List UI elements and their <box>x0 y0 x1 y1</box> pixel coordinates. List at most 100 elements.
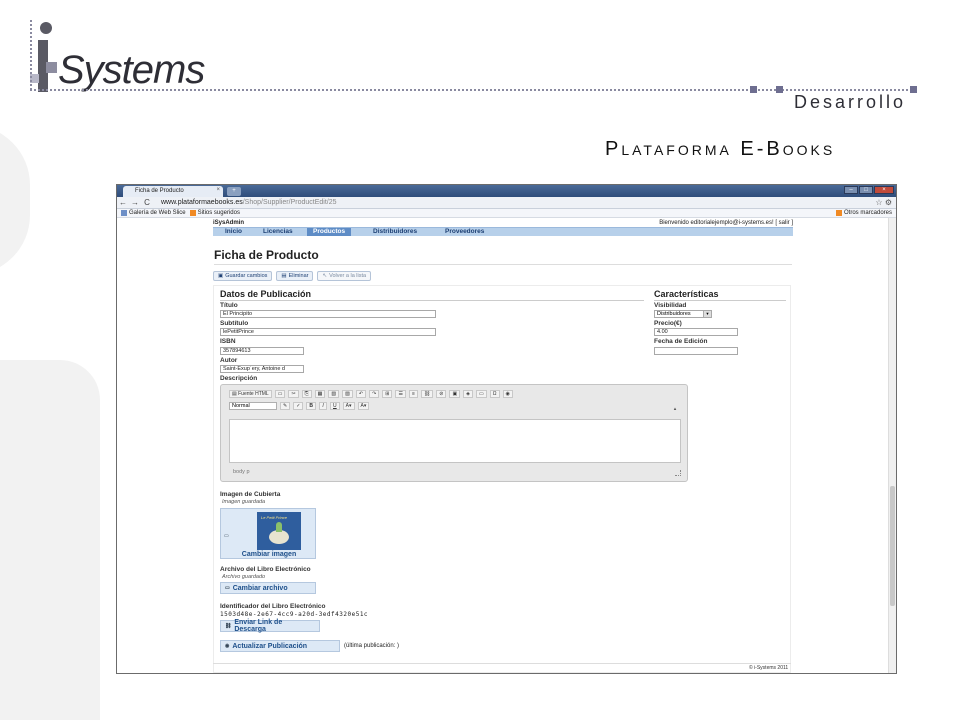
divider <box>213 663 791 664</box>
italic-button[interactable]: I <box>319 402 328 410</box>
hr-icon[interactable]: ▭ <box>476 390 487 398</box>
change-file-button[interactable]: ▭ Cambiar archivo <box>220 582 316 594</box>
isystems-logo: Systems <box>30 18 205 93</box>
paste-word-icon[interactable]: ▨ <box>342 390 353 398</box>
last-publication-note: (última publicación: ) <box>344 643 400 649</box>
tagline: Desarrollo <box>794 92 907 112</box>
author-label: Autor <box>220 357 238 364</box>
browser-tab[interactable]: Ficha de Producto × <box>123 186 223 197</box>
main-nav: Inicio Licencias Productos Distribuidore… <box>213 227 793 236</box>
minimize-button[interactable]: – <box>844 186 858 194</box>
back-arrow-icon[interactable]: ← <box>117 198 129 207</box>
editor-textarea[interactable] <box>229 419 681 463</box>
format-select[interactable]: Normal <box>229 402 277 410</box>
redo-icon[interactable]: ↷ <box>369 390 380 398</box>
back-icon: ↖ <box>322 273 328 279</box>
copy-icon[interactable]: ⎘ <box>301 390 312 398</box>
ebook-id-label: Identificador del Libro Electrónico <box>220 603 326 610</box>
rich-text-editor: ▤ Fuente HTML ▭ ✂ ⎘ ▦ ▧ ▨ ↶ ↷ ⊞ ☰ ≡ ⛓ ⊘ <box>220 384 688 482</box>
visibility-select[interactable]: Distribuidores ▼ <box>654 310 712 318</box>
address-bar[interactable]: www.plataformaebooks.es/Shop/Supplier/Pr… <box>161 199 337 206</box>
slide: Systems Desarrollo Plataforma E-Books Fi… <box>0 0 960 720</box>
url-host: www.plataformaebooks.es <box>161 199 243 206</box>
update-publication-button[interactable]: ◉ Actualizar Publicación <box>220 640 340 652</box>
background-color-icon[interactable]: A▾ <box>357 402 370 410</box>
new-tab-button[interactable]: + <box>227 187 241 196</box>
bookmark-web-slice[interactable]: Galería de Web Slice <box>121 210 186 216</box>
nav-productos[interactable]: Productos <box>307 228 352 236</box>
numbered-list-icon[interactable]: ☰ <box>395 390 406 398</box>
publish-icon: ◉ <box>225 643 230 649</box>
text-color-icon[interactable]: A▾ <box>342 402 355 410</box>
bold-button[interactable]: B <box>306 402 317 410</box>
save-icon: ▣ <box>218 273 224 279</box>
web-slice-icon <box>121 210 127 216</box>
spellcheck-icon[interactable]: ✓ <box>293 402 304 410</box>
star-icon[interactable]: ☆ ⚙ <box>875 198 892 207</box>
paste-icon[interactable]: ▦ <box>314 390 326 398</box>
underline-button[interactable]: U <box>330 402 340 410</box>
publication-heading: Datos de Publicación <box>220 289 312 299</box>
logo-text: Systems <box>58 48 205 92</box>
trash-icon: ▤ <box>281 273 287 279</box>
bullet-list-icon[interactable]: ≡ <box>408 390 418 398</box>
background-i-stem <box>0 360 100 720</box>
nav-proveedores[interactable]: Proveedores <box>445 228 484 236</box>
divider <box>654 300 786 301</box>
deco-square <box>750 86 757 93</box>
unlink-icon[interactable]: ⊘ <box>436 390 447 398</box>
save-button[interactable]: ▣ Guardar cambios <box>213 271 273 281</box>
cut-icon[interactable]: ✂ <box>288 390 299 398</box>
page-viewport: iSysAdmin Bienvenido editorialejemplo@i-… <box>117 218 890 673</box>
title-input[interactable]: El Principito <box>220 310 436 318</box>
change-image-button[interactable]: ▭ Le Petit Prince Cambiar imagen <box>220 508 316 559</box>
isbn-input[interactable]: 357894613 <box>220 347 304 355</box>
nav-inicio[interactable]: Inicio <box>225 228 242 236</box>
other-bookmarks[interactable]: Otros marcadores <box>835 210 892 216</box>
reload-icon[interactable]: C <box>141 198 153 207</box>
about-icon[interactable]: ◉ <box>502 390 513 398</box>
image-icon[interactable]: ▣ <box>449 390 461 398</box>
vertical-scrollbar[interactable] <box>888 218 896 673</box>
subtitle-input[interactable]: lePetitPrince <box>220 328 436 336</box>
resize-handle-icon[interactable] <box>675 470 681 476</box>
action-bar: ▣ Guardar cambios ▤ Eliminar ↖ Volver a la … <box>213 271 372 281</box>
paste-text-icon[interactable]: ▧ <box>328 390 340 398</box>
browser-window: Ficha de Producto × + – □ × ← → C www.pl… <box>116 184 897 674</box>
edition-date-label: Fecha de Edición <box>654 338 708 345</box>
price-input[interactable]: 4.00 <box>654 328 738 336</box>
new-page-icon[interactable]: ▭ <box>274 390 286 398</box>
send-download-link-button[interactable]: ⛓ Enviar Link de Descarga <box>220 619 320 633</box>
delete-button[interactable]: ▤ Eliminar <box>276 271 314 281</box>
collapse-toolbar-icon[interactable]: ▴ <box>671 406 679 412</box>
close-window-button[interactable]: × <box>874 186 894 194</box>
undo-icon[interactable]: ↶ <box>355 390 367 398</box>
close-tab-icon[interactable]: × <box>216 187 220 193</box>
maximize-button[interactable]: □ <box>859 186 873 194</box>
picture-icon: ▭ <box>224 533 229 539</box>
cover-status: Imagen guardada <box>222 499 266 505</box>
special-char-icon[interactable]: Ω <box>489 390 500 398</box>
nav-distribuidores[interactable]: Distribuidores <box>373 228 417 236</box>
nav-licencias[interactable]: Licencias <box>263 228 293 236</box>
link-icon[interactable]: ⛓ <box>420 390 434 398</box>
back-to-list-button[interactable]: ↖ Volver a la lista <box>317 271 372 281</box>
isbn-label: ISBN <box>220 338 236 345</box>
browser-titlebar: Ficha de Producto × + – □ × <box>117 185 896 197</box>
cover-thumbnail: Le Petit Prince <box>257 512 301 550</box>
characteristics-heading: Características <box>654 289 719 299</box>
table-icon[interactable]: ⊞ <box>382 390 393 398</box>
author-input[interactable]: Saint-Exup´ery, Antoine d <box>220 365 304 373</box>
flash-icon[interactable]: ◈ <box>463 390 474 398</box>
logo-dot <box>40 22 52 34</box>
welcome-text[interactable]: Bienvenido editorialejemplo@i-systems.es… <box>659 220 793 226</box>
tab-title: Ficha de Producto <box>135 188 184 194</box>
scrollbar-thumb[interactable] <box>890 486 895 606</box>
deco-square <box>910 86 917 93</box>
forward-arrow-icon[interactable]: → <box>129 198 141 207</box>
source-button[interactable]: ▤ Fuente HTML <box>229 390 272 398</box>
ebook-file-label: Archivo del Libro Electrónico <box>220 566 311 573</box>
edition-date-input[interactable] <box>654 347 738 355</box>
bookmark-suggested-sites[interactable]: Sitios sugeridos <box>189 210 240 216</box>
remove-format-icon[interactable]: ✎ <box>280 402 291 410</box>
